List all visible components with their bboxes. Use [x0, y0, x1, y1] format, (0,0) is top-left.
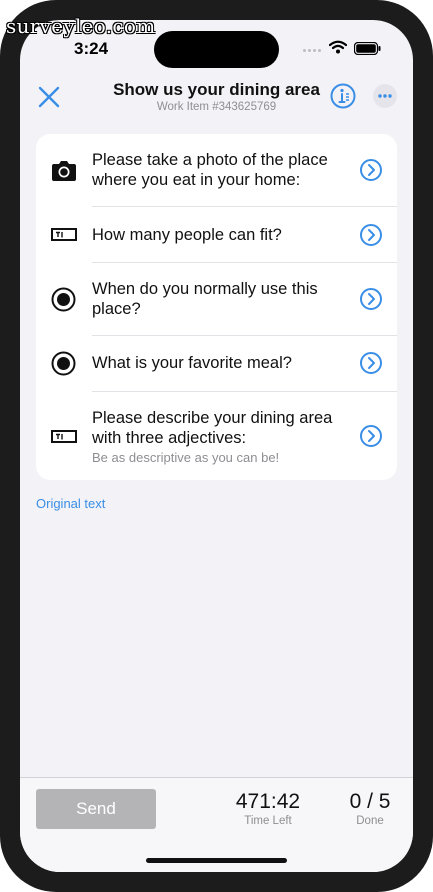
question-row-photo[interactable]: Please take a photo of the place where y…: [36, 134, 397, 206]
home-indicator[interactable]: [146, 858, 287, 863]
work-item-subtitle: Work Item #343625769: [156, 101, 277, 113]
done-value: 0 / 5: [349, 790, 391, 813]
question-text: Please describe your dining area with th…: [92, 409, 333, 447]
original-text-link[interactable]: Original text: [36, 496, 105, 511]
time-left-value: 471:42: [235, 790, 301, 813]
camera-icon: [52, 161, 76, 181]
wifi-icon: [329, 40, 347, 54]
cellular-signal-icon: [303, 49, 327, 55]
question-text: Please take a photo of the place where y…: [92, 151, 328, 189]
page-title: Show us your dining area: [113, 80, 320, 99]
chevron-right-icon[interactable]: [359, 223, 383, 247]
question-text: How many people can fit?: [92, 226, 282, 244]
battery-icon: [354, 42, 381, 55]
screen: 3:24 Show us your dining area Work Item …: [20, 20, 413, 872]
close-icon[interactable]: [36, 84, 62, 110]
question-row-capacity[interactable]: How many people can fit?: [36, 207, 397, 262]
question-row-usage[interactable]: When do you normally use this place?: [36, 263, 397, 335]
chevron-right-icon[interactable]: [359, 424, 383, 448]
text-field-icon: [51, 430, 77, 443]
dynamic-island: [154, 31, 279, 68]
questions-list: Please take a photo of the place where y…: [36, 134, 397, 480]
instructions-info-icon[interactable]: [330, 83, 356, 109]
nav-bar: Show us your dining area Work Item #3436…: [20, 76, 413, 132]
chevron-right-icon[interactable]: [359, 351, 383, 375]
radio-icon: [51, 351, 76, 376]
ellipsis-icon: [378, 94, 392, 98]
question-text: What is your favorite meal?: [92, 354, 292, 372]
send-button[interactable]: Send: [36, 789, 156, 829]
question-row-adjectives[interactable]: Please describe your dining area with th…: [36, 392, 397, 480]
radio-icon: [51, 287, 76, 312]
time-left-label: Time Left: [244, 815, 292, 827]
question-text: When do you normally use this place?: [92, 280, 318, 318]
text-field-icon: [51, 228, 77, 241]
question-hint: Be as descriptive as you can be!: [92, 450, 280, 465]
chevron-right-icon[interactable]: [359, 287, 383, 311]
done-label: Done: [356, 815, 384, 827]
chevron-right-icon[interactable]: [359, 158, 383, 182]
status-time: 3:24: [74, 39, 109, 58]
phone-frame: 3:24 Show us your dining area Work Item …: [0, 0, 433, 892]
watermark: surveyleo.com: [6, 14, 156, 38]
question-row-meal[interactable]: What is your favorite meal?: [36, 336, 397, 391]
more-options-button[interactable]: [373, 84, 397, 108]
